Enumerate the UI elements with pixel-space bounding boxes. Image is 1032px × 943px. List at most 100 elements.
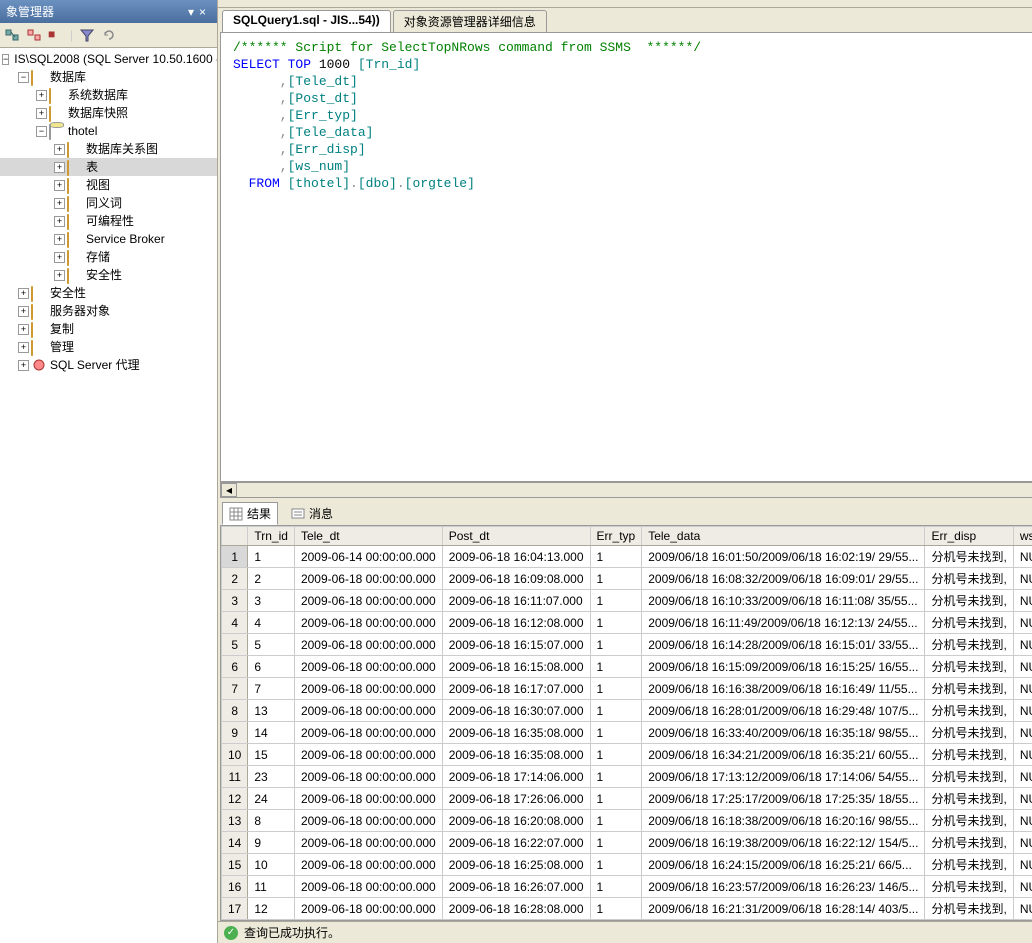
expand-icon[interactable]: − [2, 54, 9, 65]
tab-object-details[interactable]: 对象资源管理器详细信息 [393, 10, 547, 32]
expand-icon[interactable]: + [54, 270, 65, 281]
cell-trn-id: 2 [248, 568, 295, 590]
table-row[interactable]: 442009-06-18 00:00:00.0002009-06-18 16:1… [222, 612, 1032, 634]
object-explorer-tree[interactable]: − IS\SQL2008 (SQL Server 10.50.1600 - −数… [0, 48, 217, 943]
row-header[interactable]: 1 [222, 546, 248, 568]
filter-icon[interactable] [79, 27, 95, 43]
expand-icon[interactable]: + [18, 324, 29, 335]
row-header[interactable]: 7 [222, 678, 248, 700]
expand-icon[interactable]: + [54, 252, 65, 263]
tree-node[interactable]: +SQL Server 代理 [0, 356, 217, 374]
row-header[interactable]: 15 [222, 854, 248, 876]
tab-results[interactable]: 结果 [222, 502, 278, 525]
column-header[interactable]: Trn_id [248, 527, 295, 546]
tree-node[interactable]: +管理 [0, 338, 217, 356]
table-row[interactable]: 9142009-06-18 00:00:00.0002009-06-18 16:… [222, 722, 1032, 744]
expand-icon[interactable]: + [18, 360, 29, 371]
tree-node[interactable]: +视图 [0, 176, 217, 194]
table-row[interactable]: 8132009-06-18 00:00:00.0002009-06-18 16:… [222, 700, 1032, 722]
row-header[interactable]: 13 [222, 810, 248, 832]
expand-icon[interactable]: − [36, 126, 47, 137]
expand-icon[interactable]: + [18, 306, 29, 317]
column-header[interactable]: Err_typ [590, 527, 642, 546]
tree-node[interactable]: +系统数据库 [0, 86, 217, 104]
table-row[interactable]: 16112009-06-18 00:00:00.0002009-06-18 16… [222, 876, 1032, 898]
row-header[interactable]: 16 [222, 876, 248, 898]
editor-h-scrollbar[interactable]: ◂ ▸ [220, 482, 1032, 498]
table-row[interactable]: 10152009-06-18 00:00:00.0002009-06-18 16… [222, 744, 1032, 766]
row-header[interactable]: 2 [222, 568, 248, 590]
cell-trn-id: 10 [248, 854, 295, 876]
expand-icon[interactable]: + [54, 180, 65, 191]
expand-icon[interactable]: + [36, 108, 47, 119]
row-header[interactable]: 12 [222, 788, 248, 810]
tree-node[interactable]: +数据库关系图 [0, 140, 217, 158]
cell-err-disp: 分机号未找到, [925, 832, 1013, 854]
table-row[interactable]: 11232009-06-18 00:00:00.0002009-06-18 17… [222, 766, 1032, 788]
expand-icon[interactable]: + [54, 144, 65, 155]
cell-post-dt: 2009-06-18 16:12:08.000 [442, 612, 590, 634]
table-row[interactable]: 1492009-06-18 00:00:00.0002009-06-18 16:… [222, 832, 1032, 854]
tree-node[interactable]: +可编程性 [0, 212, 217, 230]
row-header[interactable]: 11 [222, 766, 248, 788]
expand-icon[interactable]: − [18, 72, 29, 83]
expand-icon[interactable]: + [54, 198, 65, 209]
row-header[interactable]: 8 [222, 700, 248, 722]
table-row[interactable]: 12242009-06-18 00:00:00.0002009-06-18 17… [222, 788, 1032, 810]
table-row[interactable]: 662009-06-18 00:00:00.0002009-06-18 16:1… [222, 656, 1032, 678]
column-header[interactable]: ws_nu [1013, 527, 1032, 546]
scroll-left-icon[interactable]: ◂ [221, 483, 237, 497]
folder-icon [67, 196, 83, 210]
expand-icon[interactable]: + [54, 234, 65, 245]
column-header[interactable]: Err_disp [925, 527, 1013, 546]
tree-node[interactable]: +表 [0, 158, 217, 176]
results-grid[interactable]: Trn_idTele_dtPost_dtErr_typTele_dataErr_… [220, 525, 1032, 921]
expand-icon[interactable]: + [36, 90, 47, 101]
tree-node[interactable]: +同义词 [0, 194, 217, 212]
tree-node[interactable]: −数据库 [0, 68, 217, 86]
disconnect-icon[interactable] [26, 27, 42, 43]
panel-pin-icon[interactable]: ▾ [185, 6, 197, 18]
table-row[interactable]: 1382009-06-18 00:00:00.0002009-06-18 16:… [222, 810, 1032, 832]
sql-editor[interactable]: /****** Script for SelectTopNRows comman… [220, 32, 1032, 482]
table-row[interactable]: 552009-06-18 00:00:00.0002009-06-18 16:1… [222, 634, 1032, 656]
tree-node[interactable]: +安全性 [0, 266, 217, 284]
table-row[interactable]: 332009-06-18 00:00:00.0002009-06-18 16:1… [222, 590, 1032, 612]
connect-icon[interactable] [4, 27, 20, 43]
tree-node[interactable]: +复制 [0, 320, 217, 338]
table-row[interactable]: 112009-06-14 00:00:00.0002009-06-18 16:0… [222, 546, 1032, 568]
row-header[interactable]: 9 [222, 722, 248, 744]
refresh-icon[interactable] [101, 27, 117, 43]
table-row[interactable]: 15102009-06-18 00:00:00.0002009-06-18 16… [222, 854, 1032, 876]
row-header[interactable]: 5 [222, 634, 248, 656]
table-row[interactable]: 222009-06-18 00:00:00.0002009-06-18 16:0… [222, 568, 1032, 590]
expand-icon[interactable]: + [54, 216, 65, 227]
row-header[interactable]: 14 [222, 832, 248, 854]
expand-icon[interactable]: + [54, 162, 65, 173]
panel-close-icon[interactable]: × [199, 6, 211, 18]
table-row[interactable]: 772009-06-18 00:00:00.0002009-06-18 16:1… [222, 678, 1032, 700]
expand-icon[interactable]: + [18, 288, 29, 299]
expand-icon[interactable]: + [18, 342, 29, 353]
tree-node[interactable]: +安全性 [0, 284, 217, 302]
column-header[interactable]: Post_dt [442, 527, 590, 546]
tab-sql-query[interactable]: SQLQuery1.sql - JIS...54)) [222, 10, 391, 32]
column-header[interactable]: Tele_data [642, 527, 925, 546]
row-header[interactable]: 4 [222, 612, 248, 634]
tree-node[interactable]: +Service Broker [0, 230, 217, 248]
tree-server-node[interactable]: − IS\SQL2008 (SQL Server 10.50.1600 - [0, 50, 217, 68]
tree-node[interactable]: +服务器对象 [0, 302, 217, 320]
tree-node[interactable]: −thotel [0, 122, 217, 140]
row-header[interactable]: 17 [222, 898, 248, 920]
cell-err-disp: 分机号未找到, [925, 854, 1013, 876]
column-header[interactable]: Tele_dt [294, 527, 442, 546]
tree-node[interactable]: +存储 [0, 248, 217, 266]
tab-messages[interactable]: 消息 [284, 502, 340, 525]
row-header[interactable]: 10 [222, 744, 248, 766]
cell-ws-num: NULL [1013, 700, 1032, 722]
row-header[interactable]: 6 [222, 656, 248, 678]
table-row[interactable]: 17122009-06-18 00:00:00.0002009-06-18 16… [222, 898, 1032, 920]
stop-icon[interactable]: ■ [48, 27, 64, 43]
tree-node[interactable]: +数据库快照 [0, 104, 217, 122]
row-header[interactable]: 3 [222, 590, 248, 612]
